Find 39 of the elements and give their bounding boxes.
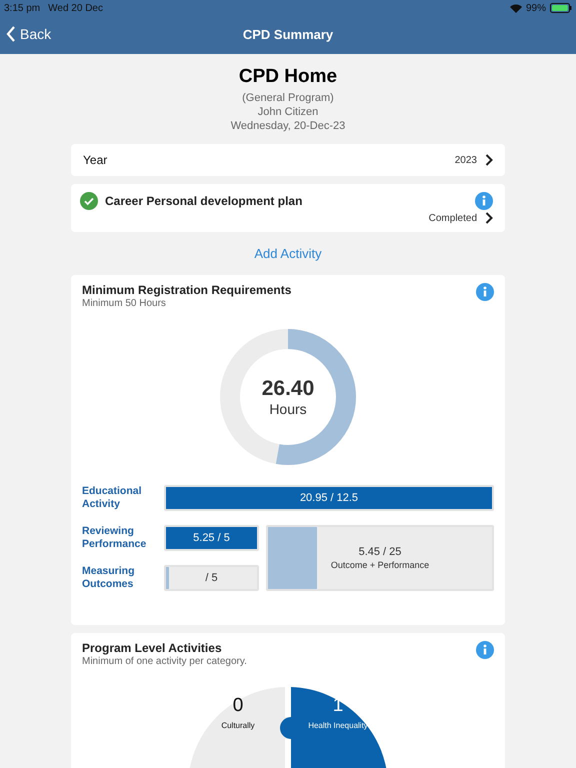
card-title: Program Level Activities xyxy=(82,641,223,655)
bar-label: Educational Activity xyxy=(82,485,143,511)
card-title: Minimum Registration Requirements xyxy=(82,283,292,297)
year-value: 2023 xyxy=(454,154,477,166)
battery-icon xyxy=(550,3,572,13)
status-date: Wed 20 Dec xyxy=(48,2,103,14)
plan-title: Career Personal development plan xyxy=(105,194,304,208)
program-name: (General Program) xyxy=(242,92,334,104)
screen-title: CPD Summary xyxy=(242,26,334,42)
page-title: CPD Home xyxy=(238,66,338,88)
progress-reading: 20.95 / 12.5 xyxy=(300,492,358,504)
hours-unit: Hours xyxy=(269,401,307,417)
chevron-left-icon xyxy=(6,26,16,42)
info-icon[interactable] xyxy=(476,283,494,301)
progress-reading: 5.25 / 5 xyxy=(193,532,230,544)
year-row[interactable]: Year 2023 xyxy=(71,144,505,176)
card-subtitle: Minimum of one activity per category. xyxy=(82,656,247,667)
info-icon[interactable] xyxy=(476,641,494,659)
user-name: John Citizen xyxy=(258,106,318,118)
bar-label: Measuring Outcomes xyxy=(82,565,136,591)
bar-label: Reviewing Performance xyxy=(82,525,148,551)
category-label: Culturally xyxy=(221,721,255,730)
year-label: Year xyxy=(83,153,108,167)
info-icon[interactable] xyxy=(475,192,493,210)
chevron-right-icon xyxy=(485,154,493,166)
chevron-right-icon xyxy=(485,212,493,224)
current-date: Wednesday, 20-Dec-23 xyxy=(230,120,346,132)
progress-reading: / 5 xyxy=(205,572,218,584)
card-subtitle: Minimum 50 Hours xyxy=(82,298,167,309)
battery-percent: 99% xyxy=(526,2,546,14)
wifi-icon xyxy=(510,4,522,12)
status-time: 3:15 pm xyxy=(4,2,40,14)
back-button[interactable]: Back xyxy=(6,26,52,42)
combined-reading: 5.45 / 25 xyxy=(358,546,402,558)
activity-count: 0 xyxy=(232,695,244,717)
plan-row[interactable]: Career Personal development plan Completed xyxy=(71,184,505,232)
plan-status: Completed xyxy=(428,212,477,224)
hours-total: 26.40 xyxy=(262,377,314,401)
combined-caption: Outcome + Performance xyxy=(330,560,430,570)
